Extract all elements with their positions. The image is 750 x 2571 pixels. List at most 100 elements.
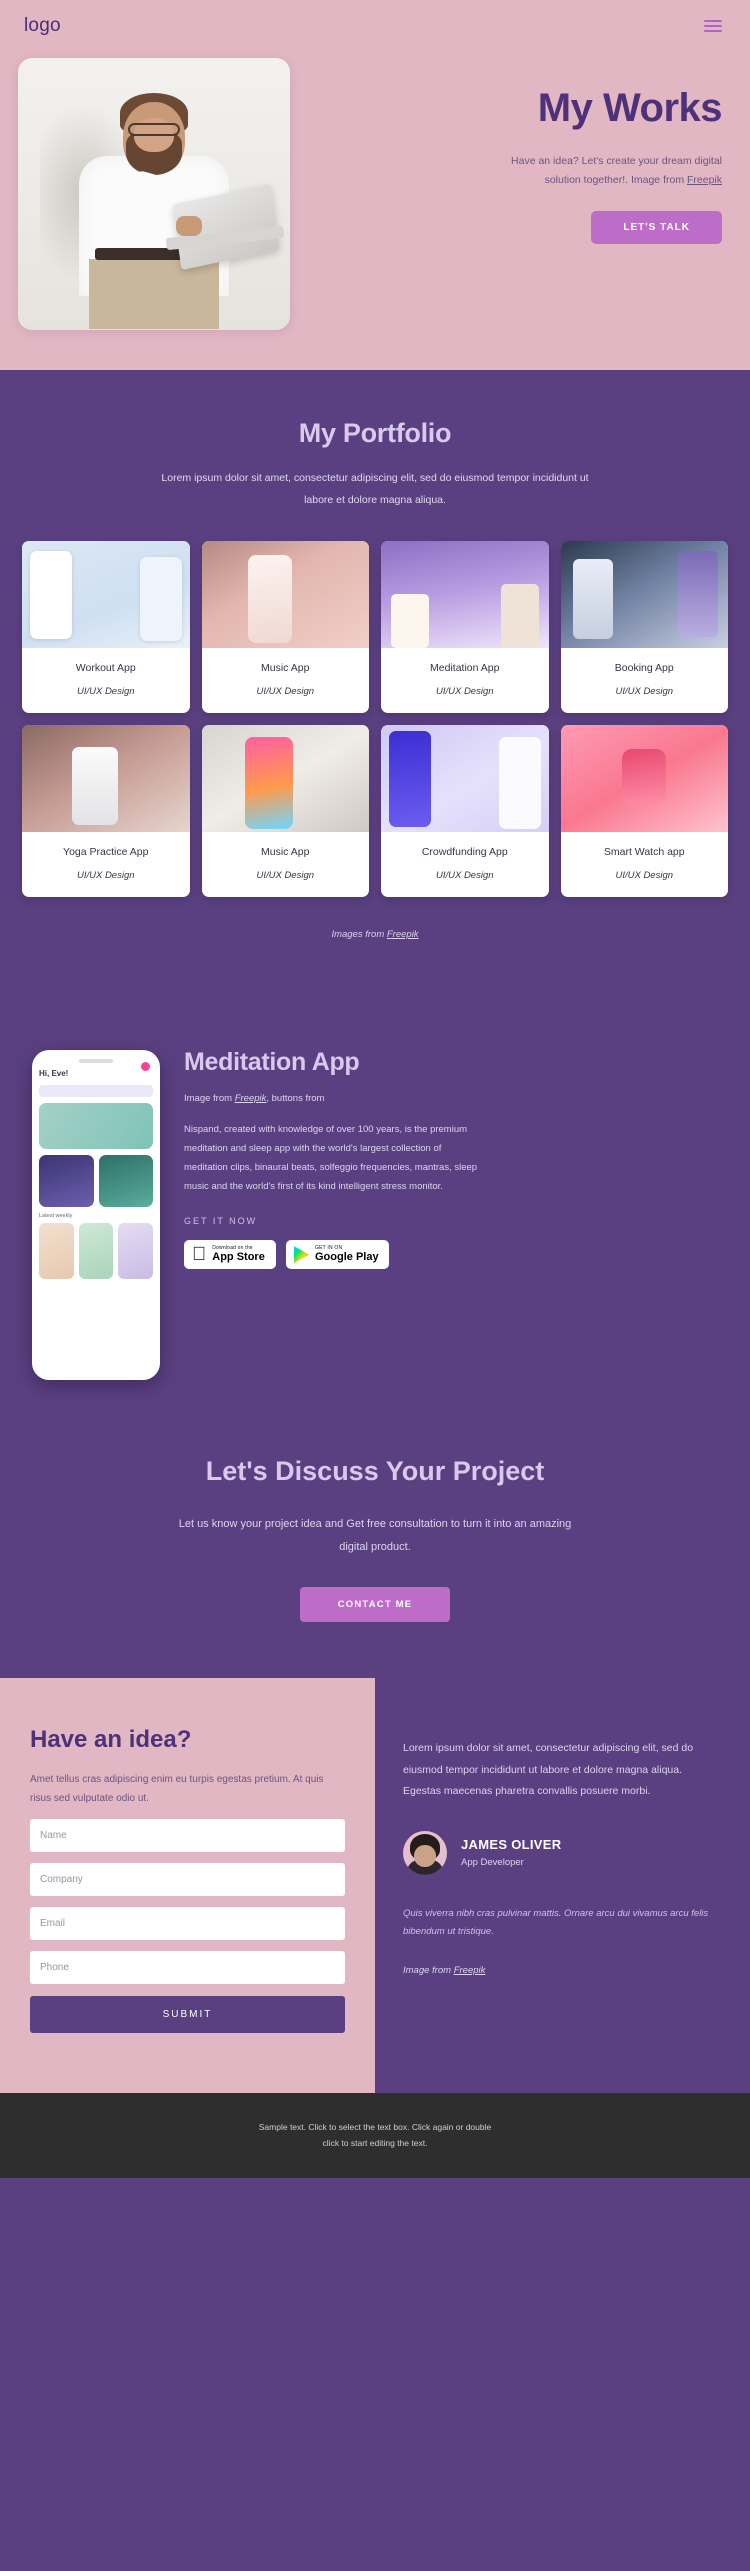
phone-card-row <box>39 1155 153 1208</box>
card-subtitle: UI/UX Design <box>76 686 135 698</box>
hamburger-menu-icon[interactable] <box>700 16 726 36</box>
contact-form-subtitle: Amet tellus cras adipiscing enim eu turp… <box>30 1774 324 1805</box>
cta-title: Let's Discuss Your Project <box>205 1456 545 1487</box>
contact-section: Have an idea? Amet tellus cras adipiscin… <box>0 1678 750 2094</box>
company-input[interactable] <box>30 1863 345 1897</box>
phone-search-field <box>39 1085 153 1098</box>
avatar-face <box>414 1844 436 1867</box>
card-thumbnail <box>201 541 369 649</box>
footer: Sample text. Click to select the text bo… <box>0 2093 750 2178</box>
portfolio-card[interactable]: Music App UI/UX Design <box>201 541 370 714</box>
apple-icon:  <box>192 1245 206 1264</box>
portfolio-grid: Workout App UI/UX Design Music App UI/UX… <box>0 511 750 898</box>
phone-thumb <box>78 1223 114 1280</box>
portfolio-card[interactable]: Meditation App UI/UX Design <box>381 541 549 714</box>
phone-mockup-wrap: Hi, Eve! Latest weekly <box>30 1042 162 1381</box>
hero-subtitle-line1: Have an idea? Let's create your dream di… <box>511 155 722 167</box>
credit-suffix: , buttons from <box>266 1093 325 1105</box>
phone-featured-card <box>39 1103 153 1150</box>
burger-line <box>704 25 722 27</box>
app-store-big-label: App Store <box>198 1250 265 1263</box>
page-root: logo My Works Have an idea? Let's create… <box>0 0 750 2178</box>
meditation-title: Meditation App <box>184 1048 360 1077</box>
glasses-icon <box>128 123 180 137</box>
freepik-link[interactable]: Freepik <box>235 1093 267 1104</box>
google-play-text: GET IN ON Google Play <box>315 1245 379 1264</box>
burger-line <box>704 30 722 32</box>
phone-greeting: Hi, Eve! <box>39 1069 69 1079</box>
name-input[interactable] <box>30 1819 345 1853</box>
cta-section: Let's Discuss Your Project Let us know y… <box>0 1416 750 1678</box>
testimonial-credit: Image from Freepik <box>403 1965 720 1976</box>
hero-section: logo My Works Have an idea? Let's create… <box>0 0 750 370</box>
freepik-link[interactable]: Freepik <box>454 1965 486 1976</box>
email-input[interactable] <box>30 1907 345 1941</box>
hero-image <box>18 58 290 330</box>
phone-thumb-row <box>39 1223 154 1280</box>
card-thumbnail <box>22 541 190 649</box>
portfolio-section: My Portfolio Lorem ipsum dolor sit amet,… <box>0 370 750 981</box>
portfolio-card[interactable]: Workout App UI/UX Design <box>22 541 190 714</box>
google-play-button[interactable]: GET IN ON Google Play <box>286 1240 389 1270</box>
app-store-text: Download on the App Store <box>198 1245 265 1264</box>
hero-body: My Works Have an idea? Let's create your… <box>0 52 750 330</box>
card-thumbnail <box>560 541 728 649</box>
card-caption: Music App UI/UX Design <box>202 648 370 713</box>
portfolio-image-credit: Images from Freepik <box>0 929 750 940</box>
portfolio-card[interactable]: Booking App UI/UX Design <box>560 541 729 714</box>
card-title: Music App <box>261 846 310 859</box>
store-badges:  Download on the App Store GET IN ON Go… <box>184 1240 720 1270</box>
portfolio-card[interactable]: Yoga Practice App UI/UX Design <box>22 725 190 898</box>
person-hand <box>176 215 202 236</box>
card-subtitle: UI/UX Design <box>76 870 135 882</box>
card-caption: Booking App UI/UX Design <box>561 648 729 713</box>
app-store-button[interactable]:  Download on the App Store <box>184 1240 276 1270</box>
phone-thumb <box>118 1223 154 1280</box>
meditation-body: Nispand, created with knowledge of over … <box>184 1124 478 1193</box>
contact-form-panel: Have an idea? Amet tellus cras adipiscin… <box>0 1678 375 2094</box>
card-title: Meditation App <box>430 662 500 675</box>
site-logo[interactable]: logo <box>24 15 61 37</box>
cta-subtitle: Let us know your project idea and Get fr… <box>178 1518 572 1554</box>
card-thumbnail <box>381 725 549 833</box>
hero-subtitle-line2: solution together!. Image from <box>544 174 687 187</box>
phone-notch <box>79 1059 113 1064</box>
credit-prefix: Images from <box>331 929 387 941</box>
phone-card <box>39 1155 94 1208</box>
testimonial-person-text: JAMES OLIVER App Developer <box>461 1837 561 1868</box>
testimonial-panel: Lorem ipsum dolor sit amet, consectetur … <box>375 1678 750 2094</box>
phone-thumb <box>39 1223 74 1280</box>
portfolio-subtitle: Lorem ipsum dolor sit amet, consectetur … <box>161 472 589 507</box>
freepik-link[interactable]: Freepik <box>387 929 419 940</box>
credit-prefix: Image from <box>184 1093 235 1105</box>
avatar <box>403 1830 447 1875</box>
card-subtitle: UI/UX Design <box>615 870 674 882</box>
freepik-link[interactable]: Freepik <box>687 174 722 186</box>
phone-input[interactable] <box>30 1951 345 1985</box>
card-thumbnail <box>201 725 369 833</box>
google-play-big-label: Google Play <box>315 1250 379 1263</box>
card-title: Workout App <box>75 662 136 675</box>
footer-text: Sample text. Click to select the text bo… <box>20 2119 730 2151</box>
card-caption: Crowdfunding App UI/UX Design <box>381 832 549 897</box>
phone-mockup: Hi, Eve! Latest weekly <box>32 1050 160 1381</box>
portfolio-card[interactable]: Smart Watch app UI/UX Design <box>560 725 728 898</box>
card-subtitle: UI/UX Design <box>435 686 494 698</box>
credit-prefix: Image from <box>403 1964 454 1976</box>
portfolio-card[interactable]: Crowdfunding App UI/UX Design <box>381 725 549 898</box>
lets-talk-button[interactable]: LET'S TALK <box>591 210 722 244</box>
card-caption: Workout App UI/UX Design <box>22 648 190 713</box>
card-title: Crowdfunding App <box>421 846 508 859</box>
burger-line <box>704 20 722 22</box>
contact-me-button[interactable]: CONTACT ME <box>299 1587 451 1623</box>
hero-text-column: My Works Have an idea? Let's create your… <box>290 52 732 244</box>
card-subtitle: UI/UX Design <box>256 870 315 882</box>
hero-subtitle: Have an idea? Let's create your dream di… <box>310 152 722 191</box>
phone-section-label: Latest weekly <box>39 1213 73 1220</box>
submit-button[interactable]: SUBMIT <box>30 1996 345 2034</box>
card-caption: Meditation App UI/UX Design <box>381 648 549 713</box>
person-illustration <box>18 58 290 330</box>
phone-card <box>98 1155 153 1208</box>
footer-line2: click to start editing the text. <box>322 2138 428 2149</box>
portfolio-card[interactable]: Music App UI/UX Design <box>201 725 369 898</box>
